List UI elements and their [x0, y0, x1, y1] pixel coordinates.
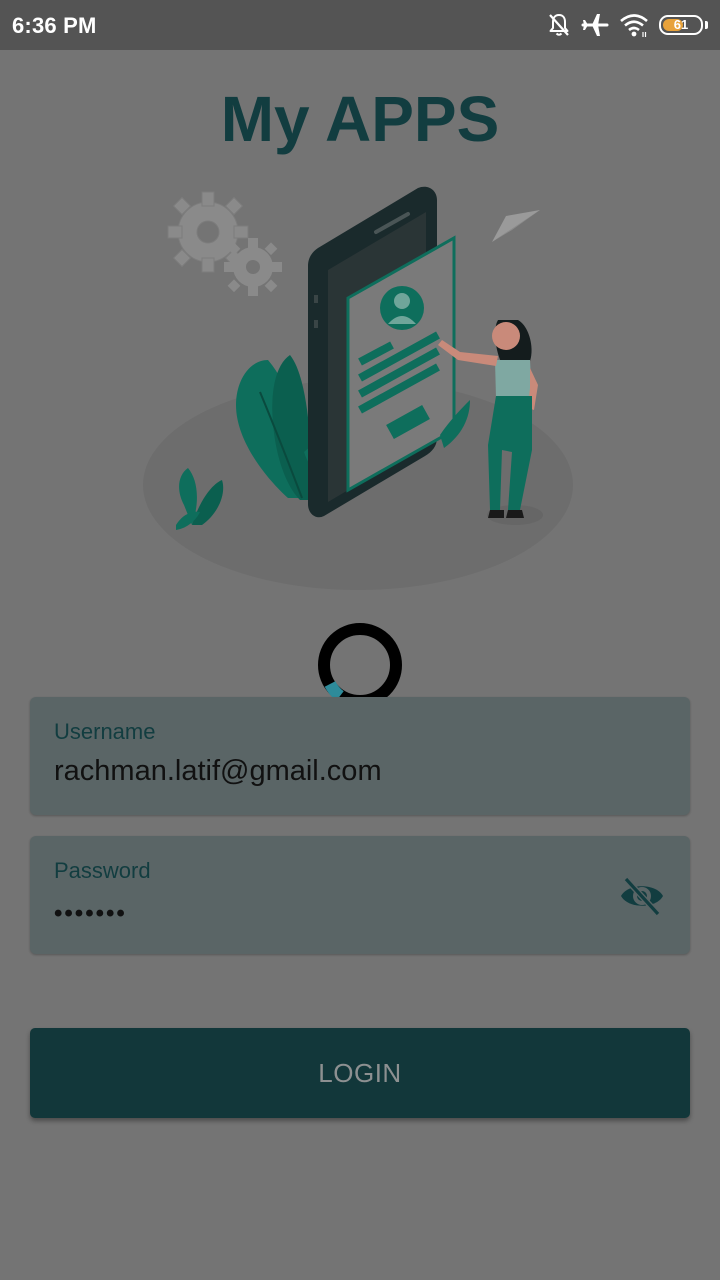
- password-field[interactable]: Password •••••••: [30, 836, 690, 954]
- loading-spinner: [318, 623, 402, 707]
- login-button-label: LOGIN: [318, 1057, 402, 1088]
- status-icons: 61: [547, 10, 708, 40]
- bell-off-icon: [547, 12, 571, 38]
- battery-nub: [705, 21, 708, 29]
- battery-level: 61: [673, 17, 689, 32]
- login-illustration: [143, 186, 573, 590]
- app-title: My APPS: [220, 83, 500, 155]
- gear-small-icon: [224, 238, 282, 296]
- username-field[interactable]: Username rachman.latif@gmail.com: [30, 697, 690, 815]
- status-bar: 6:36 PM 61: [0, 0, 720, 50]
- password-input[interactable]: •••••••: [54, 900, 127, 928]
- battery-icon: 61: [659, 15, 703, 35]
- eye-off-icon[interactable]: [618, 874, 666, 918]
- status-time: 6:36 PM: [12, 13, 97, 38]
- username-input[interactable]: rachman.latif@gmail.com: [54, 755, 382, 788]
- airplane-icon: [581, 12, 609, 38]
- password-label: Password: [54, 858, 151, 883]
- wifi-icon: [619, 12, 649, 38]
- login-button[interactable]: LOGIN: [30, 1028, 690, 1118]
- username-label: Username: [54, 719, 156, 744]
